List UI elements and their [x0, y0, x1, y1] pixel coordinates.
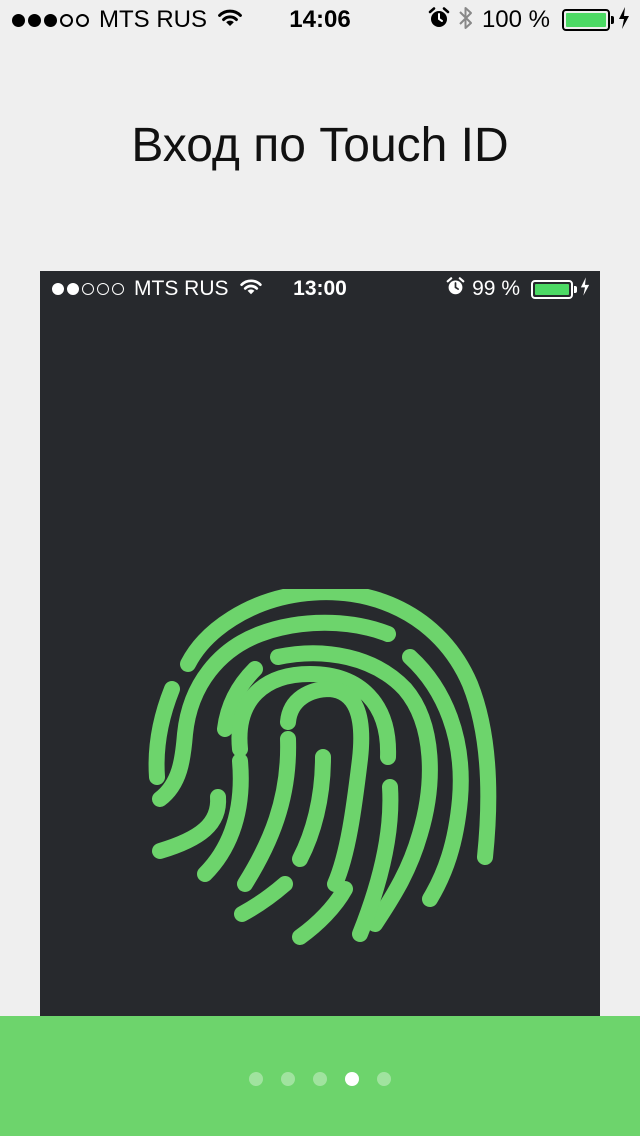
preview-carrier-name: MTS RUS	[134, 277, 229, 300]
preview-battery-percentage: 99 %	[472, 277, 520, 300]
charging-icon	[618, 6, 630, 34]
preview-status-left: MTS RUS	[52, 271, 263, 307]
fingerprint-icon	[148, 589, 497, 945]
preview-battery-icon	[531, 279, 577, 299]
page-dot[interactable]	[281, 1072, 295, 1086]
status-bar-right: 100 %	[428, 0, 630, 40]
status-bar: MTS RUS 14:06 100 %	[0, 0, 640, 40]
page-indicator[interactable]	[0, 1072, 640, 1086]
preview-signal-icon	[52, 283, 124, 295]
touch-id-preview: MTS RUS 13:00 99 %	[40, 271, 600, 1031]
battery-percentage: 100 %	[481, 6, 550, 33]
preview-charging-icon	[580, 277, 590, 301]
preview-status-right: 99 %	[446, 271, 590, 307]
page-dot[interactable]	[313, 1072, 327, 1086]
status-bar-left: MTS RUS	[12, 0, 243, 40]
signal-strength-icon	[12, 13, 89, 27]
preview-wifi-icon	[239, 278, 263, 301]
alarm-icon	[428, 6, 450, 34]
battery-icon	[562, 9, 614, 31]
page-dot[interactable]	[345, 1072, 359, 1086]
wifi-icon	[217, 8, 243, 33]
preview-status-bar: MTS RUS 13:00 99 %	[40, 271, 600, 307]
bottom-bar	[0, 1016, 640, 1136]
page-dot[interactable]	[249, 1072, 263, 1086]
page-title: Вход по Touch ID	[131, 119, 509, 172]
carrier-name: MTS RUS	[99, 6, 207, 33]
bluetooth-icon	[458, 5, 474, 36]
preview-alarm-icon	[446, 277, 465, 301]
page-dot[interactable]	[377, 1072, 391, 1086]
